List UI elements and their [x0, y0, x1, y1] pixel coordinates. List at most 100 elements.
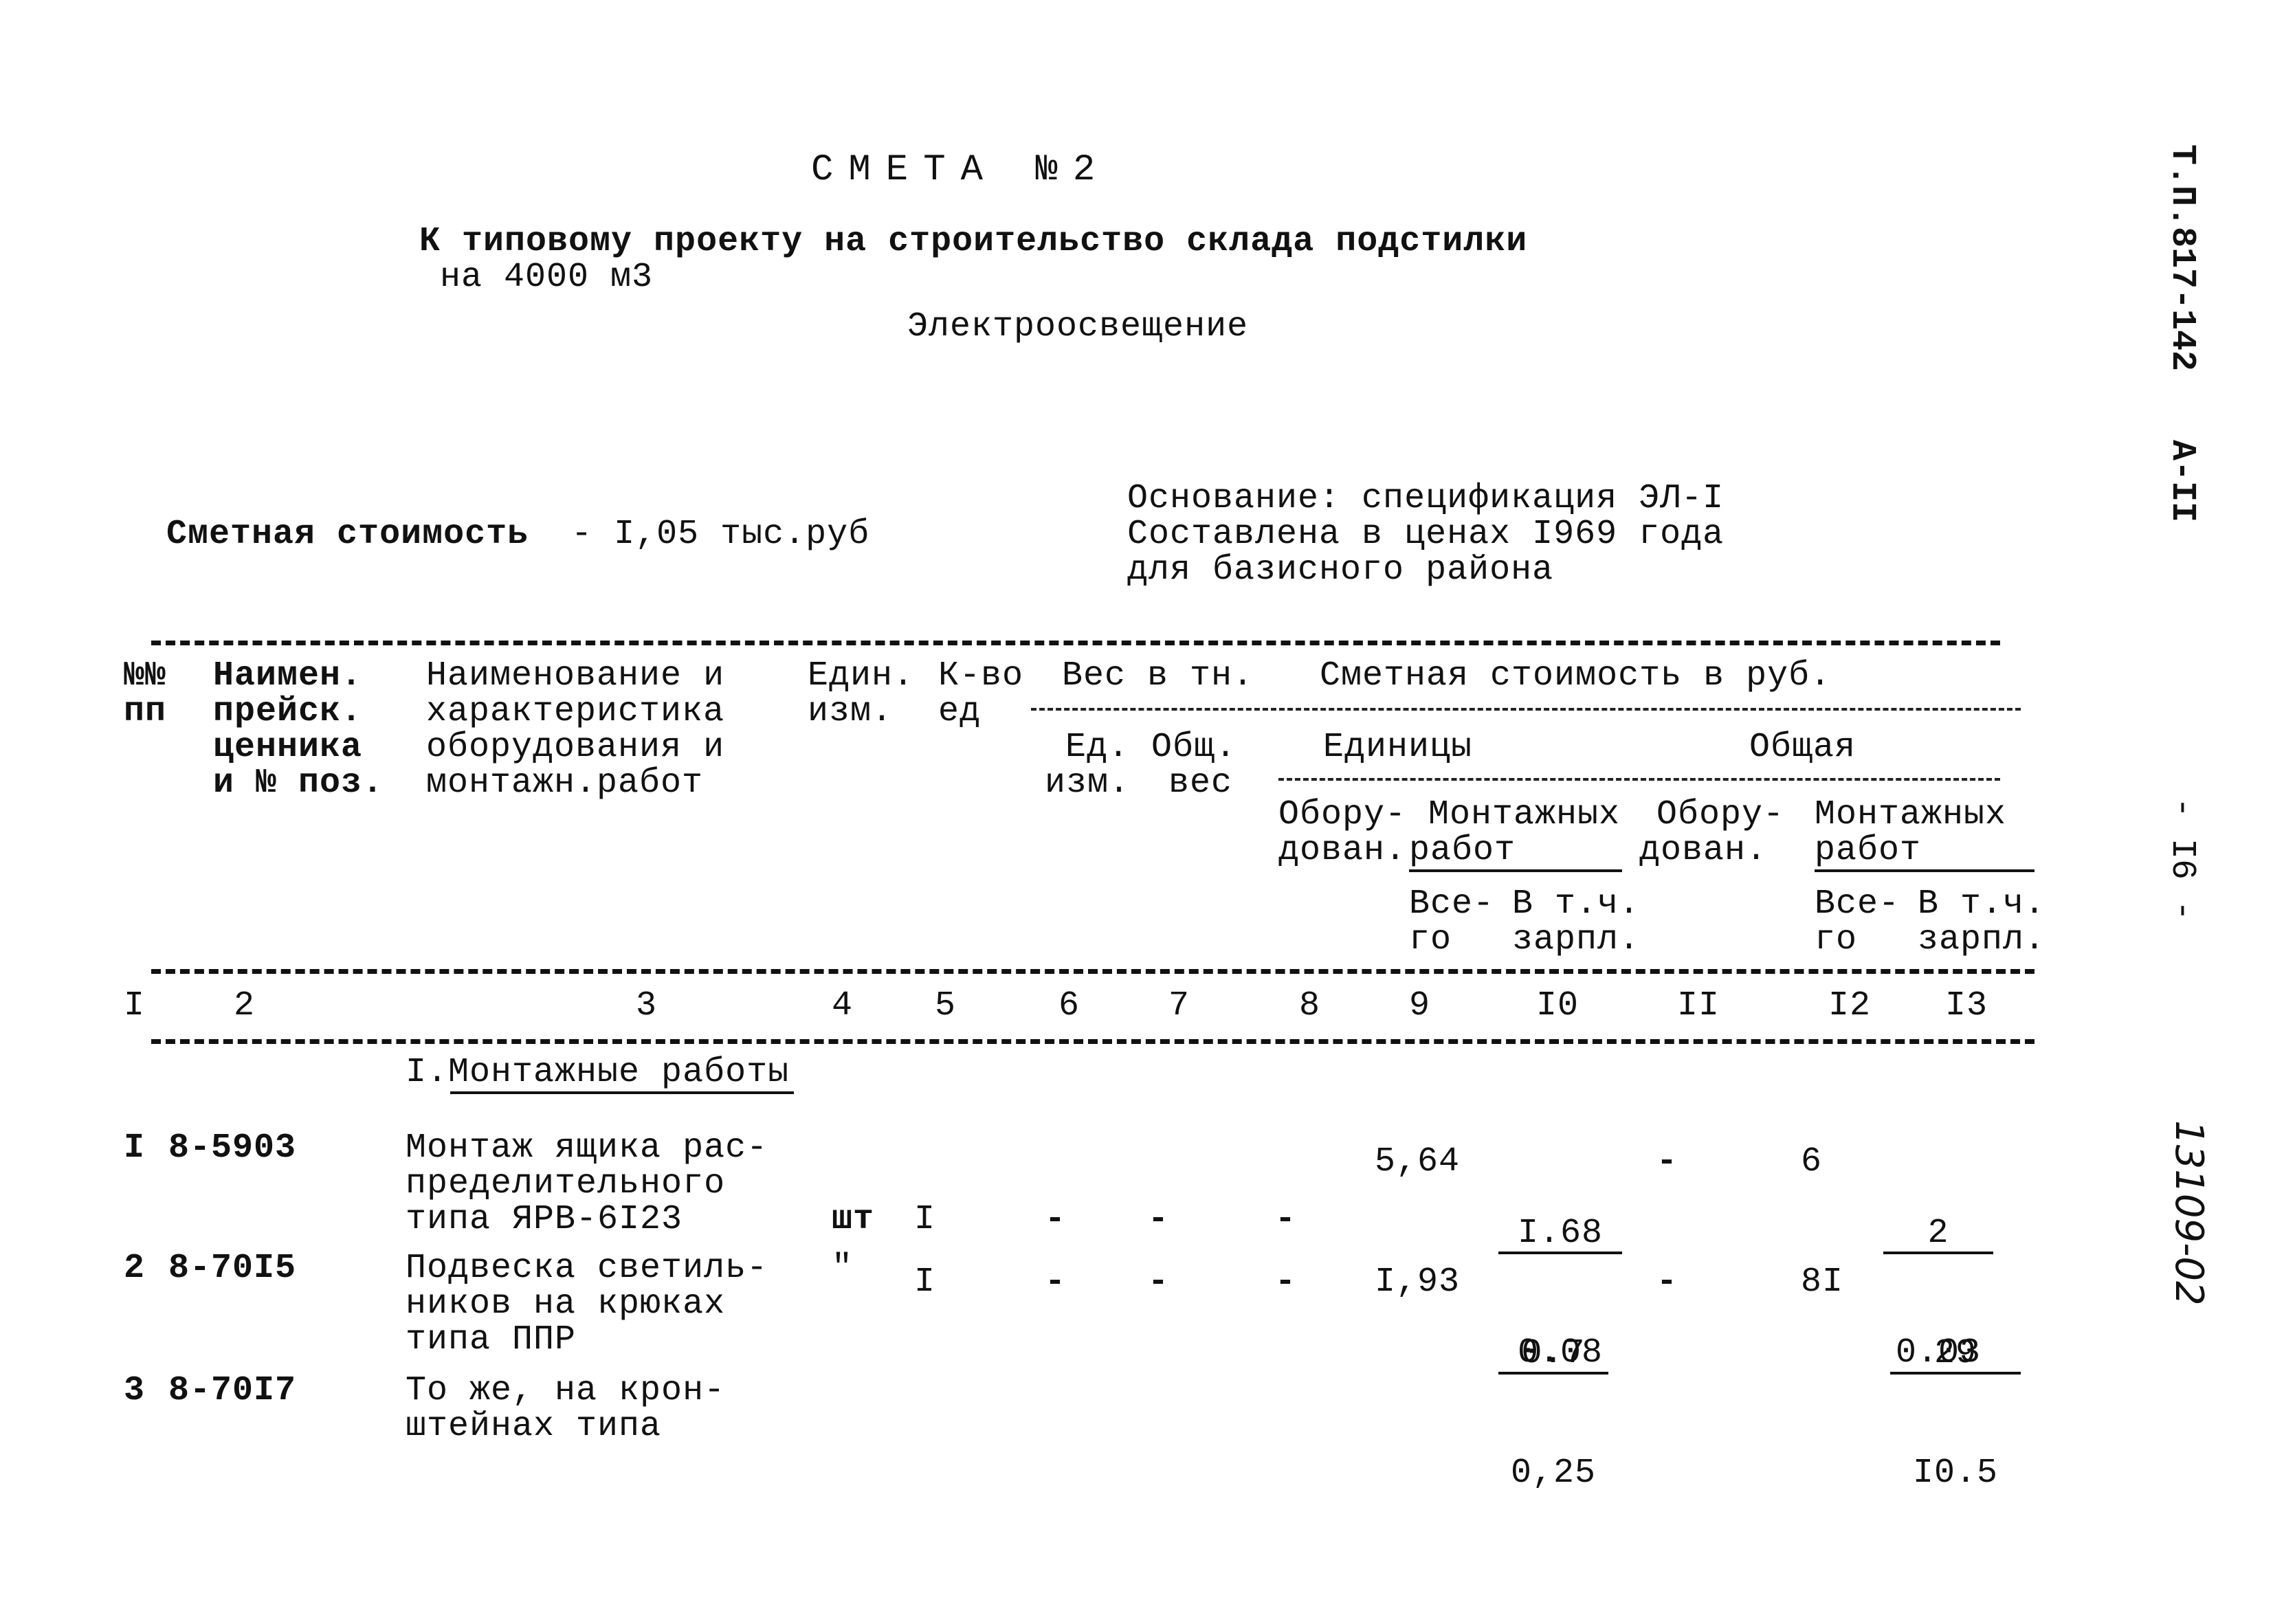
- header-col4-line1: Един.: [808, 656, 915, 696]
- header-unit-equip-line1: Обору-: [1278, 795, 1407, 834]
- header-weight-group: Вес в тн.: [1062, 656, 1254, 696]
- row-unit-equipment: -: [1275, 1263, 1297, 1302]
- header-col2-line1: Наимен.: [213, 656, 363, 696]
- header-unit-wages-line1: В т.ч.: [1512, 885, 1641, 924]
- row-unit-equipment: -: [1275, 1200, 1297, 1239]
- row-number: 3: [124, 1371, 146, 1410]
- cost-value: - I,05 тыс.руб: [571, 515, 870, 554]
- document-subtitle-line1: К типовому проекту на строительство скла…: [419, 222, 1528, 261]
- row-number: I: [124, 1128, 146, 1168]
- row-unit: шт: [832, 1200, 875, 1239]
- header-total-wages-line1: В т.ч.: [1918, 885, 2046, 924]
- header-unit-install-underline: [1409, 869, 1622, 872]
- project-code: Т.П.817-142: [2162, 144, 2202, 372]
- header-unit-install-line2: работ: [1409, 831, 1516, 870]
- row-total-install-total: 8I: [1801, 1263, 1844, 1302]
- row-weight-unit: -: [1045, 1263, 1067, 1302]
- row-name-line2: штейнах типа: [406, 1407, 662, 1446]
- row-unit-install-total: 5,64: [1375, 1142, 1461, 1181]
- column-number-11: II: [1677, 986, 1720, 1025]
- row-weight-unit: -: [1045, 1200, 1067, 1239]
- table-section-title-underline: [450, 1091, 794, 1094]
- row-total-install-wages-numerator: 2: [1883, 1216, 1993, 1254]
- row-unit-install-wages-numerator: 0.7: [1498, 1336, 1608, 1375]
- document-subtitle-line2: на 4000 м3: [440, 258, 654, 297]
- row-name-line2: ников на крюках: [406, 1284, 726, 1324]
- cost-summary: Сметная стоимость - I,05 тыс.руб: [124, 481, 869, 553]
- header-col6-line1: Ед.: [1065, 728, 1130, 767]
- header-total-equip-line1: Обору-: [1656, 795, 1785, 834]
- row-total-install-wages: 29 I0.5: [1890, 1265, 2021, 1563]
- header-unit-equip-line2: дован.: [1278, 831, 1407, 870]
- header-total-equip-line2: дован.: [1639, 831, 1768, 870]
- column-number-6: 6: [1058, 986, 1080, 1025]
- row-total-install-wages-numerator: 29: [1890, 1336, 2021, 1375]
- header-col6-line2: изм.: [1045, 764, 1131, 803]
- header-col2-line4: и № поз.: [213, 764, 384, 803]
- header-unit-all-line1: Все-: [1409, 885, 1495, 924]
- column-numbers-top-rule: [151, 969, 2034, 974]
- basis-line3: для базисного района: [1127, 550, 1554, 590]
- header-col1-line1: №№: [124, 656, 167, 696]
- row-weight-total: -: [1148, 1200, 1170, 1239]
- header-col4-line2: изм.: [808, 692, 894, 731]
- row-unit-install-wages-denominator: 0,25: [1510, 1454, 1597, 1493]
- row-total-install-total: 6: [1801, 1142, 1823, 1181]
- header-col7-line1: Общ.: [1151, 728, 1237, 767]
- document-title: СМЕТА №2: [811, 149, 1111, 191]
- header-unit-install-line1: Монтажных: [1428, 795, 1621, 834]
- row-quantity: I: [914, 1263, 936, 1302]
- header-col3-line1: Наименование и: [426, 656, 725, 696]
- row-price-code: 8-5903: [168, 1128, 297, 1168]
- header-col1-line2: пп: [124, 692, 167, 731]
- header-cost-group: Сметная стоимость в руб.: [1320, 656, 1832, 696]
- header-col7-line2: вес: [1168, 764, 1233, 803]
- basis-line1: Основание: спецификация ЭЛ-I: [1127, 479, 1725, 518]
- column-number-10: I0: [1536, 986, 1579, 1025]
- row-name-line2: пределительного: [406, 1164, 726, 1203]
- table-section-title: I.Монтажные работы: [406, 1053, 790, 1092]
- row-unit-install-wages-numerator: I.68: [1498, 1216, 1622, 1254]
- header-total-all-line2: го: [1815, 920, 1858, 959]
- header-col3-line2: характеристика: [426, 692, 725, 731]
- header-col5-line1: К-во: [938, 656, 1024, 696]
- page-number: - I6 -: [2162, 797, 2202, 922]
- column-number-12: I2: [1828, 986, 1872, 1025]
- row-total-install-wages-denominator: I0.5: [1912, 1454, 1999, 1493]
- cost-label: Сметная стоимость: [166, 515, 529, 554]
- column-numbers-bottom-rule: [151, 1039, 2034, 1044]
- row-name-line3: типа ППР: [406, 1320, 577, 1359]
- column-number-13: I3: [1945, 986, 1988, 1025]
- table-top-rule: [151, 641, 2000, 645]
- row-total-equipment: -: [1656, 1263, 1678, 1302]
- header-total-group: Общая: [1749, 728, 1856, 767]
- header-col2-line3: ценника: [213, 728, 363, 767]
- column-number-4: 4: [832, 986, 854, 1025]
- header-col2-line2: прейск.: [213, 692, 363, 731]
- column-number-5: 5: [935, 986, 957, 1025]
- column-number-1: I: [124, 986, 146, 1025]
- header-unit-all-line2: го: [1409, 920, 1452, 959]
- header-unit-group: Единицы: [1323, 728, 1473, 767]
- header-col3-line4: монтажн.работ: [426, 764, 704, 803]
- column-number-2: 2: [234, 986, 256, 1025]
- column-number-9: 9: [1409, 986, 1431, 1025]
- header-total-all-line1: Все-: [1815, 885, 1900, 924]
- inventory-number: 13109-02: [2166, 1120, 2211, 1306]
- row-number: 2: [124, 1249, 146, 1288]
- row-price-code: 8-70I7: [168, 1371, 297, 1410]
- section-heading: Электроосвещение: [907, 307, 1249, 346]
- column-number-7: 7: [1168, 986, 1190, 1025]
- column-number-3: 3: [636, 986, 658, 1025]
- column-number-8: 8: [1299, 986, 1321, 1025]
- row-quantity: I: [914, 1200, 936, 1239]
- header-total-wages-line2: зарпл.: [1918, 920, 2046, 959]
- header-rule-1: [1031, 708, 2021, 711]
- row-unit: ": [832, 1249, 854, 1288]
- header-total-install-underline: [1815, 869, 2034, 872]
- header-col3-line3: оборудования и: [426, 728, 725, 767]
- row-name-line1: То же, на крон-: [406, 1371, 726, 1410]
- row-name-line1: Монтаж ящика рас-: [406, 1128, 768, 1168]
- header-total-install-line1: Монтажных: [1815, 795, 2007, 834]
- row-total-equipment: -: [1656, 1142, 1678, 1181]
